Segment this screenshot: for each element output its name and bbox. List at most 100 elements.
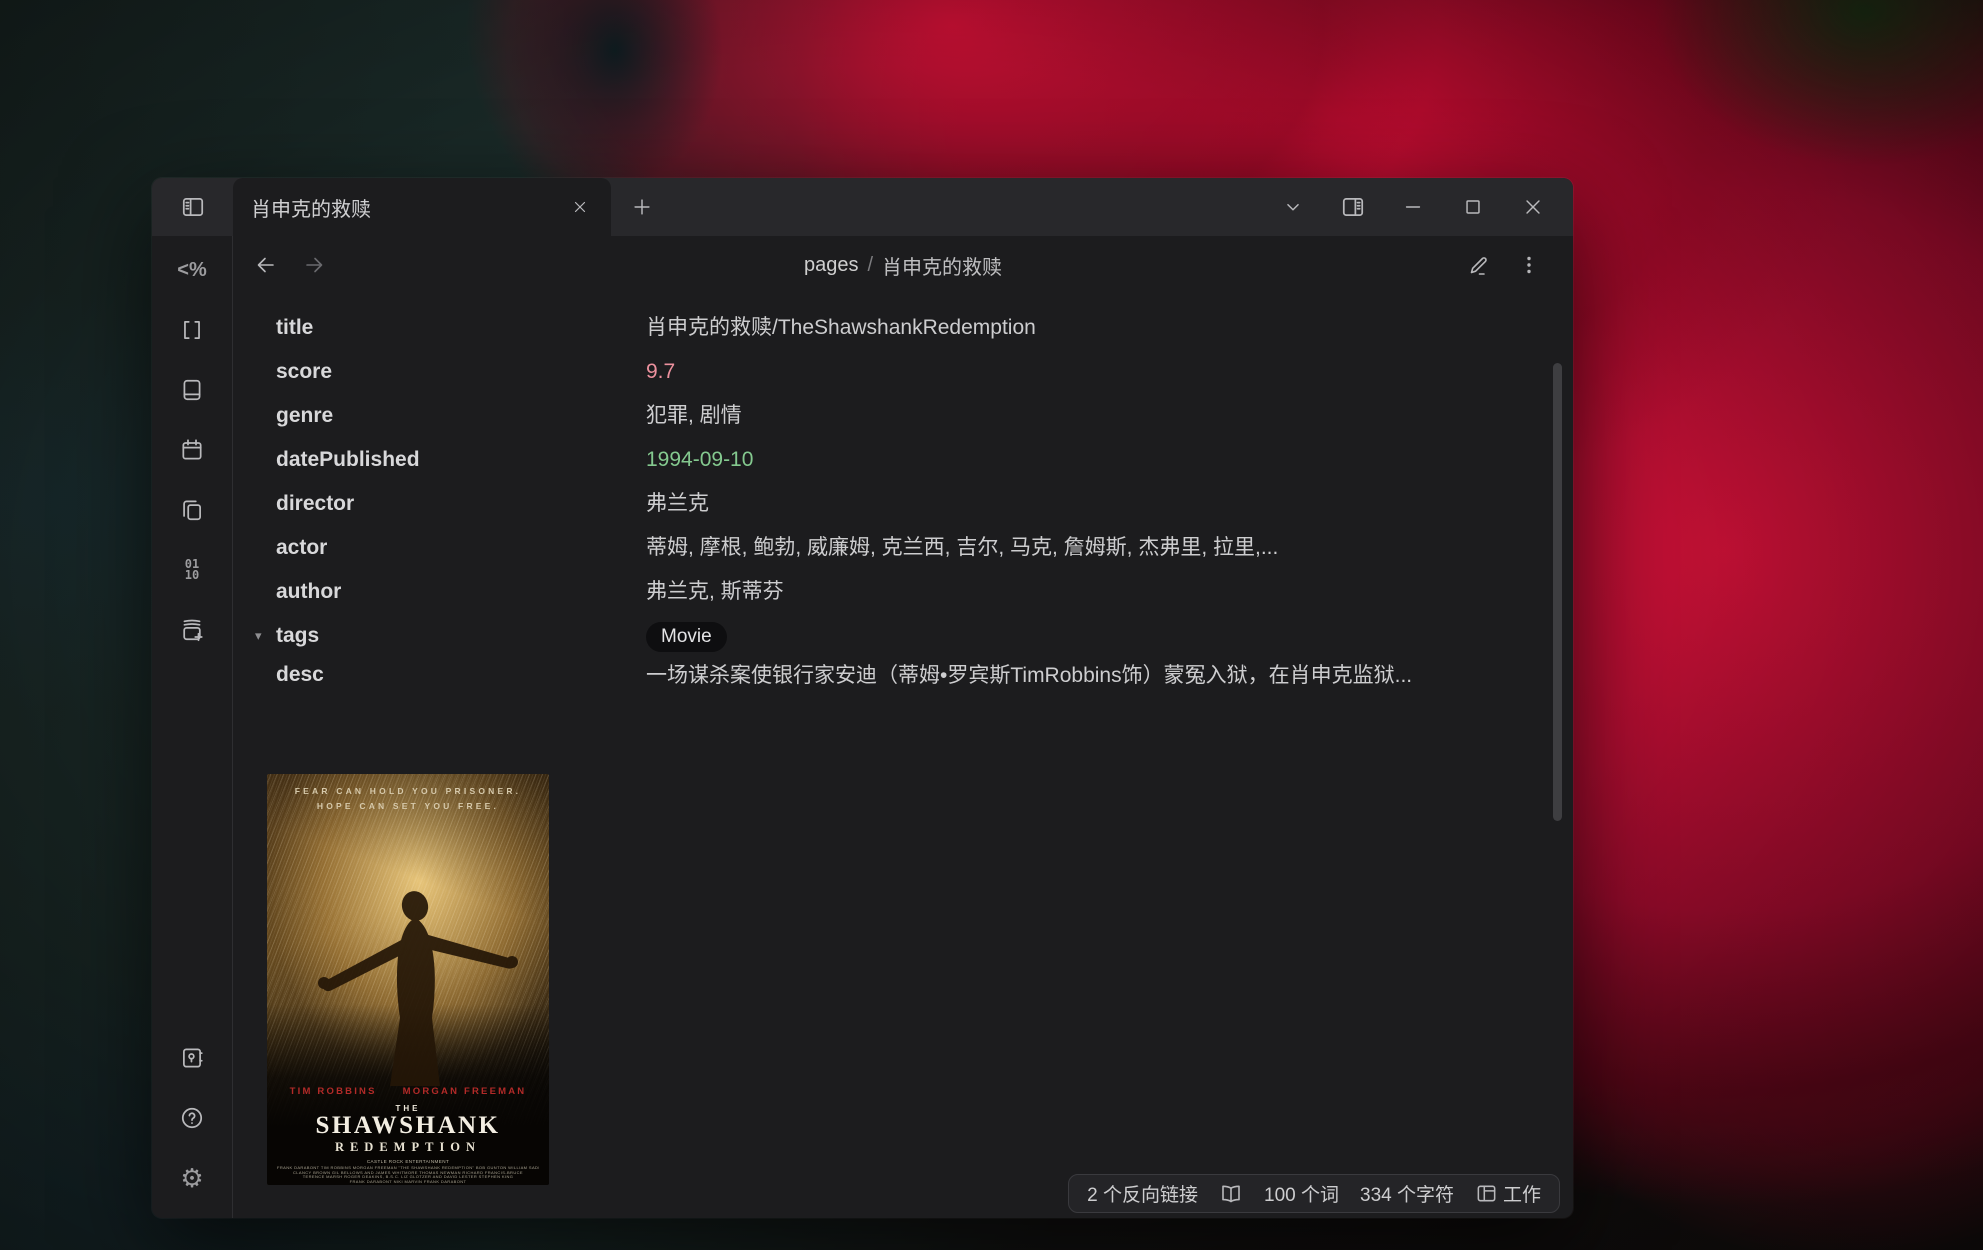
close-icon xyxy=(1522,196,1544,218)
card-add-icon xyxy=(179,617,205,643)
binary-icon: 01 10 xyxy=(185,559,199,581)
edit-mode-button[interactable] xyxy=(1461,247,1497,283)
left-dock: <% xyxy=(152,236,233,1218)
attr-label[interactable]: title xyxy=(233,316,646,340)
attr-row-director: director 弗兰克 xyxy=(233,482,1523,526)
open-book-icon xyxy=(1219,1182,1243,1206)
minimize-button[interactable] xyxy=(1383,178,1443,236)
attr-value[interactable]: 蒂姆, 摩根, 鲍勃, 威廉姆, 克兰西, 吉尔, 马克, 詹姆斯, 杰弗里, … xyxy=(646,530,1458,566)
char-count: 334 个字符 xyxy=(1360,1180,1454,1207)
attr-row-genre: genre 犯罪, 剧情 xyxy=(233,394,1523,438)
chevron-down-icon xyxy=(1282,196,1304,218)
workspace-icon xyxy=(1475,1182,1498,1205)
dock-item-copies[interactable] xyxy=(174,492,210,528)
attr-label[interactable]: datePublished xyxy=(233,448,646,472)
dock-item-add-card[interactable] xyxy=(174,612,210,648)
attr-row-tags: ▾ tags Movie xyxy=(233,614,1523,658)
breadcrumb-parent[interactable]: pages xyxy=(804,254,859,277)
attr-label[interactable]: actor xyxy=(233,536,646,560)
movie-poster-image[interactable]: FEAR CAN HOLD YOU PRISONER. HOPE CAN SET… xyxy=(267,774,549,1185)
dock-item-safe[interactable] xyxy=(174,1040,210,1076)
pencil-icon xyxy=(1467,253,1491,277)
dock-item-book[interactable] xyxy=(174,372,210,408)
book-icon xyxy=(179,377,205,403)
help-icon xyxy=(179,1105,205,1131)
attr-label[interactable]: genre xyxy=(233,404,646,428)
attr-value[interactable]: 弗兰克 xyxy=(646,486,1458,522)
breadcrumb-current[interactable]: 肖申克的救赎 xyxy=(882,251,1002,280)
window-menu-button[interactable] xyxy=(1263,178,1323,236)
calendar-icon xyxy=(179,437,205,463)
nav-forward-button[interactable] xyxy=(297,248,331,282)
new-tab-button[interactable] xyxy=(619,178,665,236)
attr-row-author: author 弗兰克, 斯蒂芬 xyxy=(233,570,1523,614)
app-window: 肖申克的救赎 xyxy=(152,178,1573,1218)
toggle-right-panel-button[interactable] xyxy=(1323,178,1383,236)
dock-item-binary[interactable]: 01 10 xyxy=(174,552,210,588)
attr-label[interactable]: desc xyxy=(233,658,646,687)
more-options-button[interactable] xyxy=(1511,247,1547,283)
dock-top-group: <% xyxy=(174,252,210,648)
attr-value[interactable]: 犯罪, 剧情 xyxy=(646,398,1458,434)
backlinks-count[interactable]: 2 个反向链接 xyxy=(1087,1180,1198,1207)
dock-item-calendar[interactable] xyxy=(174,432,210,468)
dock-item-help[interactable] xyxy=(174,1100,210,1136)
attr-value[interactable]: 弗兰克, 斯蒂芬 xyxy=(646,574,1458,610)
attr-row-title: title 肖申克的救赎/TheShawshankRedemption xyxy=(233,306,1523,350)
reading-mode-button[interactable] xyxy=(1219,1182,1243,1206)
arrow-left-icon xyxy=(254,253,278,277)
arrow-right-icon xyxy=(302,253,326,277)
nav-back-button[interactable] xyxy=(249,248,283,282)
poster-actor-names: TIM ROBBINSMORGAN FREEMAN xyxy=(267,1086,549,1097)
poster-tagline: HOPE CAN SET YOU FREE. xyxy=(267,801,549,811)
attr-label[interactable]: director xyxy=(233,492,646,516)
dock-item-templates[interactable]: <% xyxy=(174,252,210,288)
tag-chip-movie[interactable]: Movie xyxy=(646,622,727,652)
maximize-button[interactable] xyxy=(1443,178,1503,236)
attr-row-datepublished: datePublished 1994-09-10 xyxy=(233,438,1523,482)
minimize-icon xyxy=(1402,196,1424,218)
plus-icon xyxy=(631,196,653,218)
dock-item-settings[interactable]: ⚙ xyxy=(174,1160,210,1196)
collapse-caret-icon[interactable]: ▾ xyxy=(255,628,268,644)
tab-shawshank[interactable]: 肖申克的救赎 xyxy=(233,178,611,236)
attr-label[interactable]: score xyxy=(233,360,646,384)
attr-row-actor: actor 蒂姆, 摩根, 鲍勃, 威廉姆, 克兰西, 吉尔, 马克, 詹姆斯,… xyxy=(233,526,1523,570)
brackets-icon xyxy=(179,317,205,343)
panel-right-icon xyxy=(1340,194,1366,220)
close-icon xyxy=(571,198,589,216)
word-count: 100 个词 xyxy=(1264,1180,1339,1207)
gear-icon: ⚙ xyxy=(180,1165,203,1191)
kebab-menu-icon xyxy=(1517,253,1541,277)
workspace-switcher[interactable]: 工作 xyxy=(1475,1180,1541,1207)
attr-value[interactable]: 肖申克的救赎/TheShawshankRedemption xyxy=(646,310,1458,346)
panel-left-icon xyxy=(180,194,206,220)
poster-title: SHAWSHANK xyxy=(267,1112,549,1140)
dock-item-brackets[interactable] xyxy=(174,312,210,348)
tab-close-button[interactable] xyxy=(563,190,597,224)
maximize-icon xyxy=(1462,196,1484,218)
attr-label[interactable]: ▾ tags xyxy=(233,624,646,648)
window-close-button[interactable] xyxy=(1503,178,1563,236)
poster-subtitle: REDEMPTION xyxy=(267,1140,549,1155)
safe-icon xyxy=(179,1045,205,1071)
poster-credits: CASTLE ROCK ENTERTAINMENT FRANK DARABONT… xyxy=(277,1160,539,1185)
scrollbar-thumb[interactable] xyxy=(1553,363,1562,821)
copy-icon xyxy=(179,497,205,523)
tab-bar: 肖申克的救赎 xyxy=(152,178,1573,236)
attr-label[interactable]: author xyxy=(233,580,646,604)
template-icon: <% xyxy=(177,259,206,282)
attribute-table: title 肖申克的救赎/TheShawshankRedemption scor… xyxy=(233,306,1523,702)
window-controls xyxy=(1263,178,1573,236)
attr-value: Movie xyxy=(646,618,1458,654)
workspace-name: 工作 xyxy=(1503,1180,1541,1207)
attr-row-score: score 9.7 xyxy=(233,350,1523,394)
status-bar: 2 个反向链接 100 个词 334 个字符 工作 xyxy=(1068,1174,1560,1213)
attr-value[interactable]: 1994-09-10 xyxy=(646,442,1458,478)
toggle-left-panel-button[interactable] xyxy=(152,178,233,236)
attr-value[interactable]: 一场谋杀案使银行家安迪（蒂姆•罗宾斯TimRobbins饰）蒙冤入狱，在肖申克监… xyxy=(646,658,1458,694)
attr-value[interactable]: 9.7 xyxy=(646,354,1458,390)
document-content: pages / 肖申克的救赎 title 肖申克的救赎/TheShawshank… xyxy=(233,236,1573,1218)
breadcrumb-separator: / xyxy=(867,254,873,277)
dock-bottom-group: ⚙ xyxy=(174,1040,210,1196)
